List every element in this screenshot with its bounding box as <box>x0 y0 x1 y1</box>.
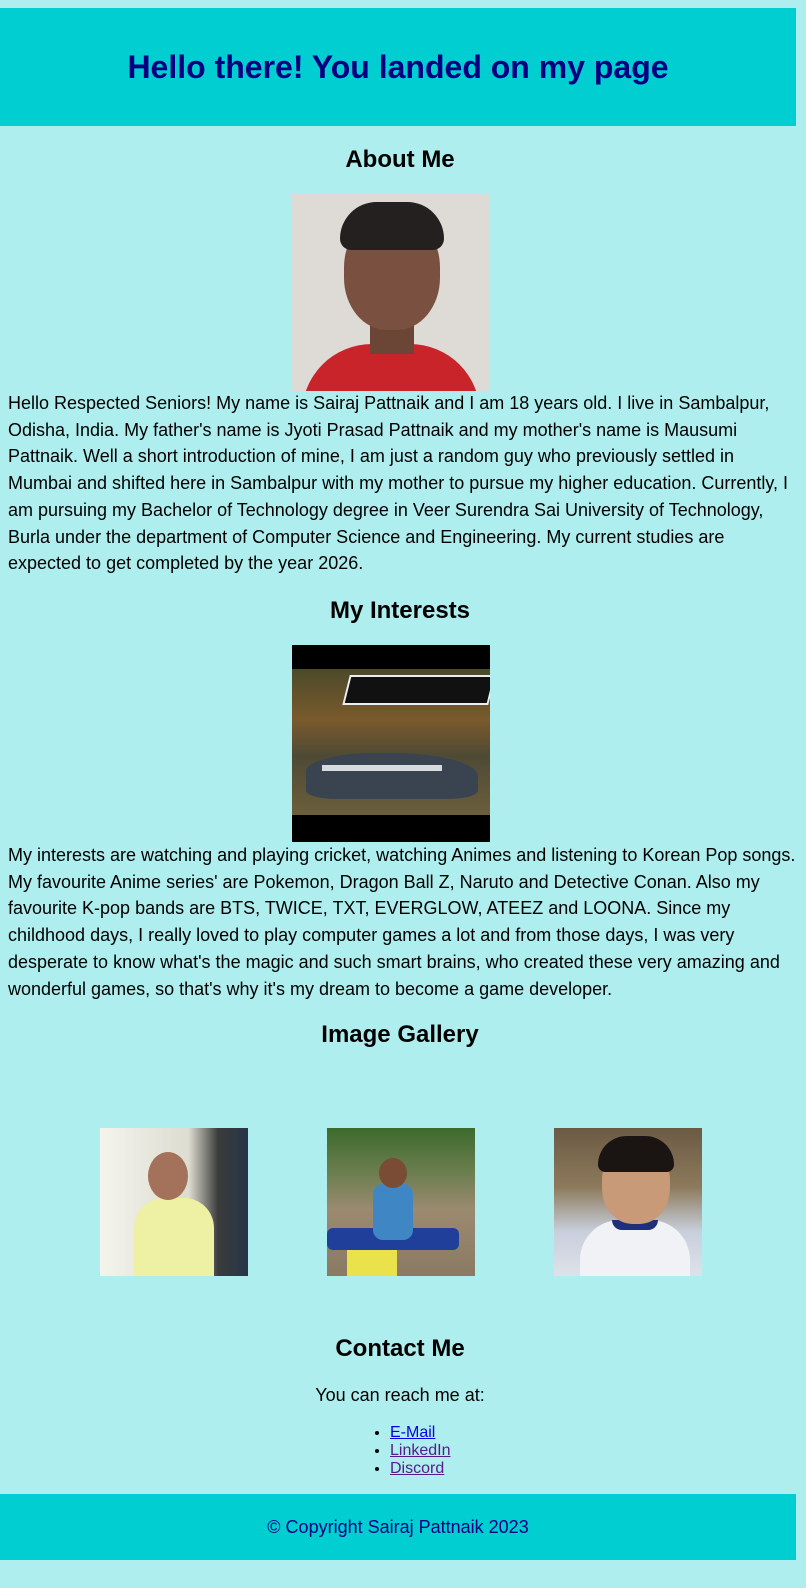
page-footer: © Copyright Sairaj Pattnaik 2023 <box>0 1494 796 1560</box>
profile-photo <box>292 194 490 391</box>
list-item: Discord <box>390 1460 451 1478</box>
interests-text: My interests are watching and playing cr… <box>8 845 796 999</box>
interests-heading: My Interests <box>329 597 471 624</box>
contact-intro: You can reach me at: <box>315 1385 485 1405</box>
gallery-heading: Image Gallery <box>321 1021 479 1048</box>
linkedin-link[interactable]: LinkedIn <box>390 1442 451 1459</box>
about-text: Hello Respected Seniors! My name is Sair… <box>8 393 789 574</box>
email-link[interactable]: E-Mail <box>390 1424 435 1441</box>
copyright-text: © Copyright Sairaj Pattnaik 2023 <box>267 1516 529 1537</box>
gallery-image-2 <box>327 1128 475 1276</box>
page-title: Hello there! You landed on my page <box>127 48 669 85</box>
discord-link[interactable]: Discord <box>390 1460 444 1477</box>
contact-heading: Contact Me <box>335 1335 465 1362</box>
list-item: LinkedIn <box>390 1442 451 1460</box>
page-header: Hello there! You landed on my page <box>0 8 796 126</box>
game-cover-image <box>292 645 490 842</box>
list-item: E-Mail <box>390 1424 451 1442</box>
gallery-image-1 <box>100 1128 248 1276</box>
contact-list: E-Mail LinkedIn Discord <box>352 1424 451 1478</box>
gallery-image-3 <box>554 1128 702 1276</box>
about-heading: About Me <box>345 146 455 173</box>
